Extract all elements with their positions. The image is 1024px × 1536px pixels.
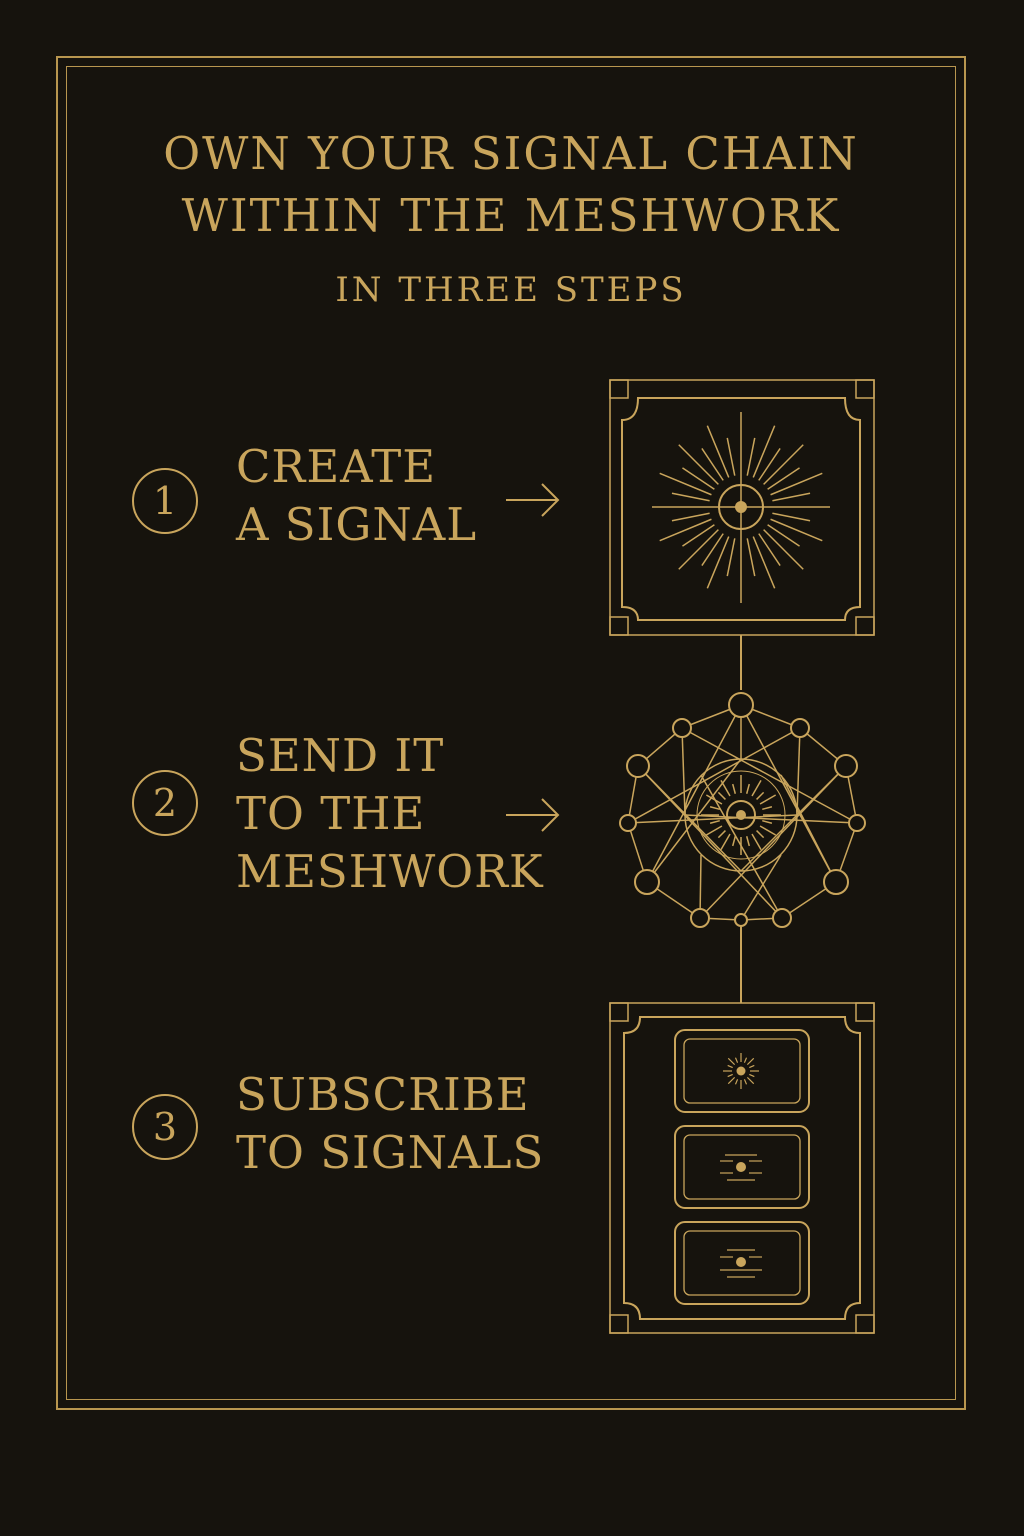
ray-line bbox=[758, 448, 781, 481]
ray-line bbox=[726, 437, 736, 476]
ray-line bbox=[756, 791, 765, 800]
signal-card-1 bbox=[674, 1029, 810, 1113]
ray-line bbox=[701, 448, 724, 481]
arrow-right-icon bbox=[506, 483, 560, 517]
ray-line bbox=[720, 779, 731, 797]
ray-line bbox=[745, 783, 751, 794]
ray-line bbox=[727, 1073, 733, 1078]
ray-line bbox=[752, 425, 776, 478]
ray-line bbox=[717, 791, 726, 800]
ray-line bbox=[743, 1057, 748, 1063]
arrow-right-icon bbox=[506, 798, 560, 832]
ray-line bbox=[709, 805, 720, 811]
ray-line bbox=[746, 437, 756, 476]
ray-line bbox=[701, 533, 724, 566]
ray-line bbox=[762, 819, 773, 825]
ray-line bbox=[770, 518, 823, 542]
ray-line bbox=[671, 492, 710, 502]
ray-line bbox=[758, 533, 781, 566]
mesh-network-icon bbox=[619, 692, 866, 928]
ray-line bbox=[772, 512, 811, 522]
ray-line bbox=[731, 836, 737, 847]
signal-card-2 bbox=[674, 1125, 810, 1209]
ray-line bbox=[699, 765, 847, 919]
mesh-node bbox=[690, 908, 710, 928]
mesh-node bbox=[634, 869, 660, 895]
ray-line bbox=[751, 833, 762, 851]
ray-line bbox=[759, 794, 777, 805]
mesh-node bbox=[790, 718, 810, 738]
mesh-node bbox=[834, 754, 858, 778]
ray-line bbox=[682, 524, 715, 547]
ray-line bbox=[681, 727, 686, 816]
ray-line bbox=[706, 536, 730, 589]
ray-line bbox=[705, 825, 723, 836]
diagram-art bbox=[506, 379, 875, 1334]
ray-line bbox=[734, 1079, 739, 1085]
ray-line bbox=[745, 836, 751, 847]
mesh-node bbox=[734, 913, 748, 927]
ray-line bbox=[726, 538, 736, 577]
ray-line bbox=[717, 830, 726, 839]
mesh-node bbox=[626, 754, 650, 778]
ray-line bbox=[751, 779, 762, 797]
ray-line bbox=[740, 704, 837, 883]
radiant-signal-icon bbox=[609, 379, 875, 636]
mesh-node bbox=[772, 908, 792, 928]
ray-line bbox=[759, 825, 777, 836]
mesh-node bbox=[848, 814, 866, 832]
signal-card-3 bbox=[674, 1221, 810, 1305]
ray-line bbox=[762, 805, 773, 811]
ray-line bbox=[637, 765, 783, 919]
ray-line bbox=[752, 536, 776, 589]
ray-line bbox=[746, 1057, 755, 1066]
ray-line bbox=[772, 492, 811, 502]
ray-line bbox=[682, 467, 715, 490]
mesh-node bbox=[672, 718, 692, 738]
ray-line bbox=[659, 472, 712, 496]
poster: OWN YOUR SIGNAL CHAIN WITHIN THE MESHWOR… bbox=[0, 0, 1024, 1536]
ray-line bbox=[727, 1057, 736, 1066]
ray-line bbox=[743, 1079, 748, 1085]
ray-line bbox=[796, 727, 801, 816]
ray-line bbox=[627, 727, 801, 824]
ray-line bbox=[706, 425, 730, 478]
ray-line bbox=[767, 467, 800, 490]
ray-line bbox=[756, 830, 765, 839]
mesh-node bbox=[823, 869, 849, 895]
ray-line bbox=[734, 1057, 739, 1063]
ray-line bbox=[767, 524, 800, 547]
ray-line bbox=[720, 833, 731, 851]
ray-line bbox=[671, 512, 710, 522]
ray-line bbox=[731, 783, 737, 794]
ray-line bbox=[659, 518, 712, 542]
ray-line bbox=[646, 704, 742, 883]
ray-line bbox=[746, 1076, 755, 1085]
ray-line bbox=[709, 819, 720, 825]
ray-line bbox=[746, 538, 756, 577]
mesh-node bbox=[728, 692, 754, 718]
ray-line bbox=[681, 727, 858, 824]
ray-line bbox=[727, 1076, 736, 1085]
ray-line bbox=[705, 794, 723, 805]
ray-line bbox=[749, 1073, 755, 1078]
subscription-cards-icon bbox=[609, 1002, 875, 1334]
ray-line bbox=[770, 472, 823, 496]
ray-line bbox=[727, 1064, 733, 1069]
mesh-node bbox=[619, 814, 637, 832]
ray-line bbox=[749, 1064, 755, 1069]
